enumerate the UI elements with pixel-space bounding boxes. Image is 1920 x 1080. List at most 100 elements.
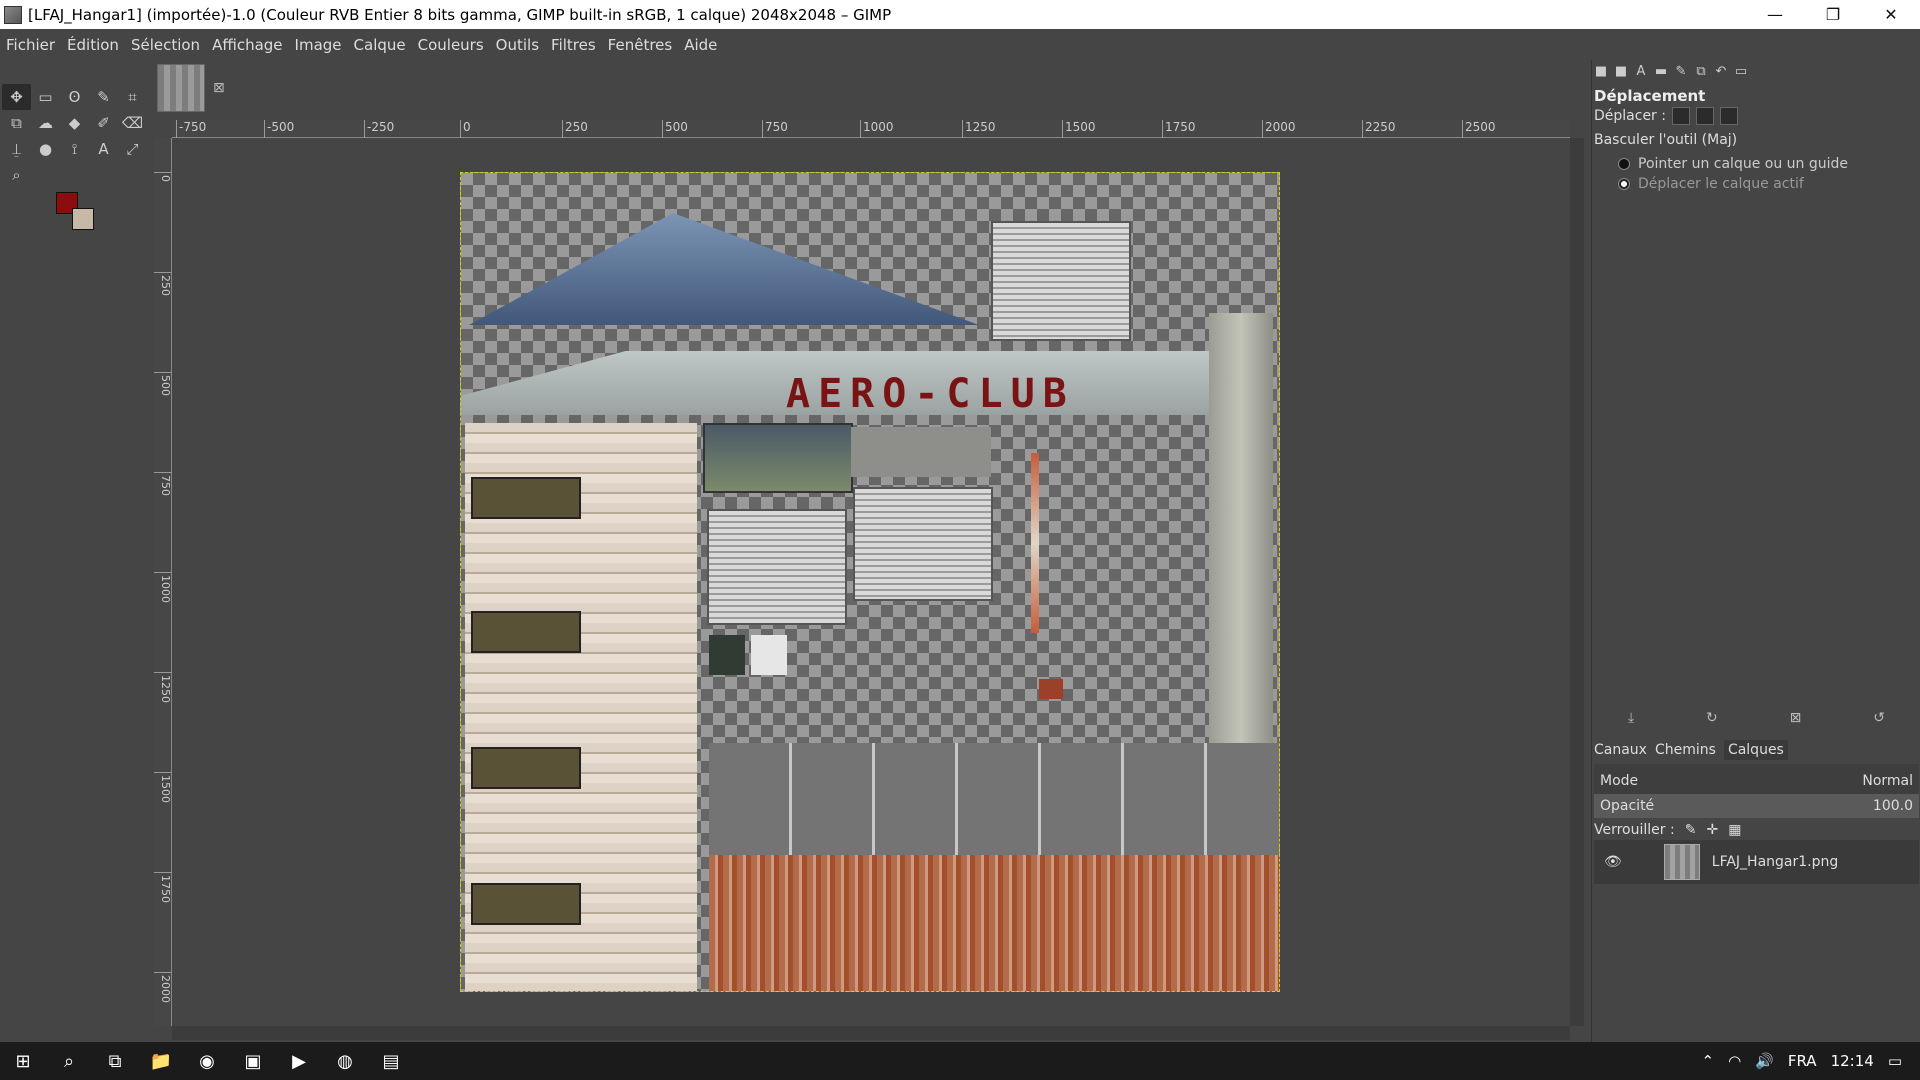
blender-icon[interactable]: ◉	[184, 1042, 230, 1080]
device-tab-icon[interactable]: ▭	[1734, 64, 1748, 79]
network-icon[interactable]: ◠	[1728, 1052, 1741, 1070]
warp-tool-icon[interactable]: ☁	[31, 110, 60, 136]
radio-pick-layer[interactable]: Pointer un calque ou un guide	[1618, 156, 1848, 172]
path-tool-icon[interactable]: ⟟	[60, 136, 89, 162]
save-options-icon[interactable]: ⤓	[1628, 710, 1634, 726]
font-tab-icon[interactable]: A	[1634, 64, 1648, 79]
restore-options-icon[interactable]: ↻	[1706, 710, 1718, 726]
volume-icon[interactable]: 🔊	[1755, 1052, 1774, 1070]
lock-pixels-icon[interactable]: ✎	[1685, 822, 1697, 838]
ruler-tick: 1500	[1062, 120, 1096, 138]
media-player-icon[interactable]: ▶	[276, 1042, 322, 1080]
title-bar: [LFAJ_Hangar1] (importée)-1.0 (Couleur R…	[0, 0, 1920, 29]
menu-edition[interactable]: Édition	[61, 36, 125, 54]
ruler-tick: 2000	[154, 972, 172, 1003]
color-picker-tool-icon[interactable]: ⤢	[118, 136, 147, 162]
windows-start-icon[interactable]: ⊞	[0, 1042, 46, 1080]
aero-club-sign: AERO-CLUB	[786, 371, 1075, 417]
crop-tool-icon[interactable]: ⌗	[118, 84, 147, 110]
gimp-taskbar-icon[interactable]: ▤	[368, 1042, 414, 1080]
layers-dock-tabs: Canaux Chemins Calques	[1594, 738, 1920, 762]
menu-fenetres[interactable]: Fenêtres	[602, 36, 679, 54]
radio-label: Déplacer le calque actif	[1638, 176, 1804, 192]
undo-tab-icon[interactable]: ↶	[1714, 64, 1728, 79]
free-select-tool-icon[interactable]: ʘ	[60, 84, 89, 110]
toolbox: ✥ ▭ ʘ ✎ ⌗ ⧉ ☁ ◆ ✐ ⌫ ⍊ ● ⟟ A ⤢ ⌕	[0, 60, 152, 1042]
paintbrush-tool-icon[interactable]: ✐	[89, 110, 118, 136]
radio-move-active-layer[interactable]: Déplacer le calque actif	[1618, 176, 1804, 192]
clone-tool-icon[interactable]: ⍊	[2, 136, 31, 162]
file-explorer-icon[interactable]: 📁	[138, 1042, 184, 1080]
menu-image[interactable]: Image	[289, 36, 348, 54]
menu-couleurs[interactable]: Couleurs	[412, 36, 490, 54]
texture-image[interactable]: AERO-CLUB	[460, 172, 1280, 992]
menu-outils[interactable]: Outils	[490, 36, 545, 54]
brush-tab-icon[interactable]: ■	[1594, 64, 1608, 79]
layer-name[interactable]: LFAJ_Hangar1.png	[1712, 854, 1838, 870]
move-layer-button[interactable]	[1671, 107, 1690, 125]
language-indicator[interactable]: FRA	[1788, 1052, 1817, 1070]
minimize-button[interactable]: —	[1746, 0, 1804, 29]
transform-tool-icon[interactable]: ⧉	[2, 110, 31, 136]
delete-options-icon[interactable]: ⊠	[1790, 710, 1802, 726]
smudge-tool-icon[interactable]: ●	[31, 136, 60, 162]
menu-selection[interactable]: Sélection	[125, 36, 206, 54]
dock-tab-icons: ■ ■ A ▬ ✎ ⧉ ↶ ▭	[1594, 64, 1748, 79]
menu-filtres[interactable]: Filtres	[545, 36, 602, 54]
tab-close-icon[interactable]: ⊠	[213, 80, 225, 96]
move-path-button[interactable]	[1719, 107, 1738, 125]
zoom-tool-icon[interactable]: ⌕	[2, 162, 31, 188]
photos-icon[interactable]: ▣	[230, 1042, 276, 1080]
bucket-fill-tool-icon[interactable]: ◆	[60, 110, 89, 136]
close-button[interactable]: ✕	[1862, 0, 1920, 29]
shutter-texture	[707, 509, 847, 625]
tray-chevron-icon[interactable]: ⌃	[1702, 1052, 1715, 1070]
image-tab-thumbnail[interactable]	[157, 64, 205, 112]
paint-tab-icon[interactable]: ✎	[1674, 64, 1688, 79]
tool-grid: ✥ ▭ ʘ ✎ ⌗ ⧉ ☁ ◆ ✐ ⌫ ⍊ ● ⟟ A ⤢ ⌕	[2, 84, 147, 188]
move-tool-icon[interactable]: ✥	[2, 84, 31, 110]
search-icon[interactable]: ⌕	[46, 1042, 92, 1080]
layer-item[interactable]: 👁 LFAJ_Hangar1.png	[1594, 840, 1919, 884]
ruler-tick: 2500	[1462, 120, 1496, 138]
lock-position-icon[interactable]: ✛	[1706, 822, 1718, 838]
tab-calques[interactable]: Calques	[1723, 740, 1788, 760]
notification-icon[interactable]: ▭	[1888, 1052, 1902, 1070]
chrome-icon[interactable]: ◍	[322, 1042, 368, 1080]
vertical-scrollbar[interactable]	[1570, 138, 1584, 1026]
mode-select[interactable]: Normal	[1862, 773, 1913, 789]
pattern-tab-icon[interactable]: ■	[1614, 64, 1628, 79]
task-view-icon[interactable]: ⧉	[92, 1042, 138, 1080]
menu-aide[interactable]: Aide	[678, 36, 723, 54]
opacity-slider[interactable]: Opacité 100.0	[1594, 794, 1919, 818]
rect-select-tool-icon[interactable]: ▭	[31, 84, 60, 110]
menu-calque[interactable]: Calque	[348, 36, 412, 54]
tab-chemins[interactable]: Chemins	[1655, 742, 1716, 758]
horizontal-scrollbar[interactable]	[172, 1026, 1570, 1040]
ruler-tick: 1750	[154, 872, 172, 903]
right-dock: ■ ■ A ▬ ✎ ⧉ ↶ ▭ Déplacement Déplacer : B…	[1591, 60, 1920, 1042]
tab-canaux[interactable]: Canaux	[1594, 742, 1647, 758]
background-color-swatch[interactable]	[72, 208, 94, 230]
menu-fichier[interactable]: Fichier	[0, 36, 61, 54]
maximize-button[interactable]: ❐	[1804, 0, 1862, 29]
lock-alpha-icon[interactable]: ▦	[1728, 822, 1741, 838]
ruler-tick: 1250	[154, 672, 172, 703]
reset-options-icon[interactable]: ↺	[1873, 710, 1885, 726]
radio-dot[interactable]	[1618, 178, 1630, 190]
text-tool-icon[interactable]: A	[89, 136, 118, 162]
window-title: [LFAJ_Hangar1] (importée)-1.0 (Couleur R…	[28, 5, 892, 24]
concrete-panels-texture	[709, 743, 1279, 855]
ruler-tick: 1500	[154, 772, 172, 803]
gimp-app-icon	[4, 5, 22, 24]
gradient-tab-icon[interactable]: ▬	[1654, 64, 1668, 79]
move-selection-button[interactable]	[1695, 107, 1714, 125]
clock[interactable]: 12:14	[1831, 1052, 1874, 1070]
menu-affichage[interactable]: Affichage	[206, 36, 288, 54]
opacity-value[interactable]: 100.0	[1873, 798, 1913, 814]
tool-options-tab-icon[interactable]: ⧉	[1694, 64, 1708, 79]
fuzzy-select-tool-icon[interactable]: ✎	[89, 84, 118, 110]
radio-dot[interactable]	[1618, 158, 1630, 170]
eraser-tool-icon[interactable]: ⌫	[118, 110, 147, 136]
eye-icon[interactable]: 👁	[1604, 854, 1622, 870]
